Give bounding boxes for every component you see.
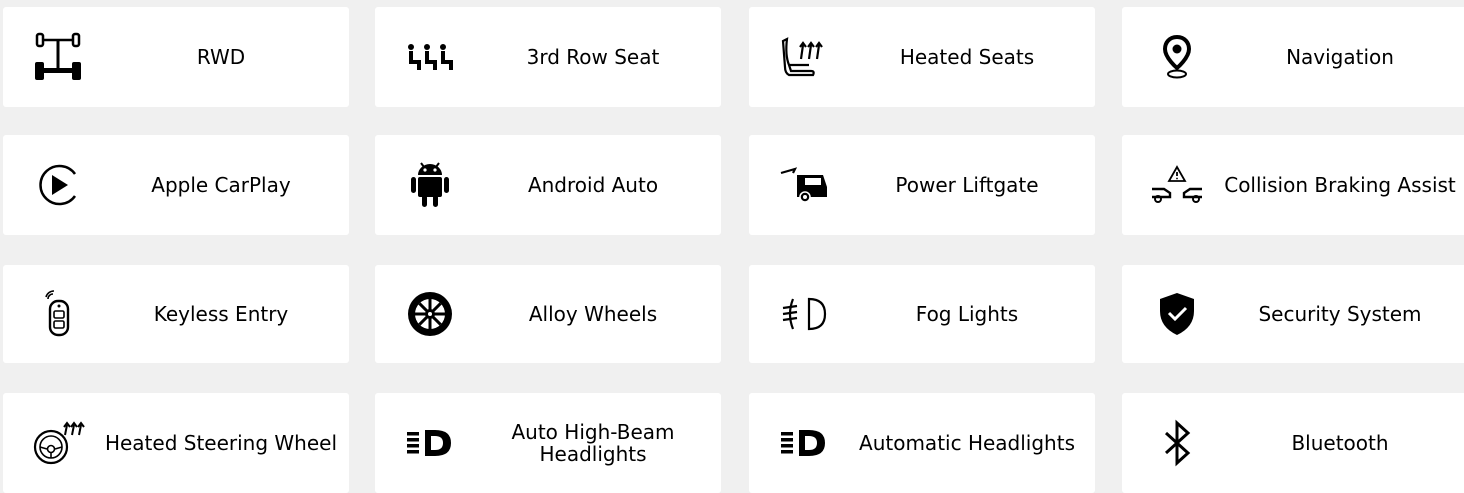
collision-warning-icon	[1144, 157, 1210, 213]
feature-card: Keyless Entry	[3, 265, 349, 363]
feature-label: Bluetooth	[1291, 431, 1389, 455]
feature-label: 3rd Row Seat	[526, 45, 660, 69]
feature-label: Fog Lights	[915, 302, 1019, 326]
feature-label: Navigation	[1286, 45, 1394, 69]
headlight-icon	[771, 415, 837, 471]
feature-card: Heated Steering Wheel	[3, 393, 349, 493]
feature-card: Automatic Headlights	[749, 393, 1095, 493]
android-icon	[397, 157, 463, 213]
feature-label: RWD	[196, 45, 246, 69]
feature-label: Heated Seats	[899, 45, 1035, 69]
feature-label: Automatic Headlights	[859, 431, 1075, 455]
feature-label: Security System	[1258, 302, 1422, 326]
third-row-seat-icon	[397, 29, 463, 85]
feature-label: Power Liftgate	[895, 173, 1039, 197]
feature-label: Android Auto	[527, 173, 659, 197]
features-grid: RWD 3rd Row Seat Heated Seats Navigation…	[0, 0, 1464, 493]
feature-card: Heated Seats	[749, 7, 1095, 107]
feature-label: Heated Steering Wheel	[104, 431, 338, 455]
wheel-icon	[397, 286, 463, 342]
feature-label: Apple CarPlay	[151, 173, 291, 197]
drivetrain-icon	[25, 29, 91, 85]
feature-card: Auto High-Beam Headlights	[375, 393, 721, 493]
feature-card: RWD	[3, 7, 349, 107]
feature-card: Security System	[1122, 265, 1464, 363]
feature-label: Keyless Entry	[153, 302, 289, 326]
feature-label: Alloy Wheels	[528, 302, 658, 326]
feature-card: Alloy Wheels	[375, 265, 721, 363]
liftgate-icon	[771, 157, 837, 213]
fog-light-icon	[771, 286, 837, 342]
headlight-icon	[397, 415, 463, 471]
feature-label: Auto High-Beam Headlights	[511, 420, 675, 466]
feature-card: Navigation	[1122, 7, 1464, 107]
location-pin-icon	[1144, 29, 1210, 85]
feature-card: Collision Braking Assist	[1122, 135, 1464, 235]
heated-seat-icon	[771, 29, 837, 85]
feature-card: 3rd Row Seat	[375, 7, 721, 107]
feature-card: Fog Lights	[749, 265, 1095, 363]
feature-card: Apple CarPlay	[3, 135, 349, 235]
carplay-icon	[25, 157, 91, 213]
key-fob-icon	[25, 286, 91, 342]
shield-check-icon	[1144, 286, 1210, 342]
feature-card: Android Auto	[375, 135, 721, 235]
feature-card: Power Liftgate	[749, 135, 1095, 235]
feature-label: Collision Braking Assist	[1224, 173, 1456, 197]
feature-card: Bluetooth	[1122, 393, 1464, 493]
bluetooth-icon	[1144, 415, 1210, 471]
heated-steering-wheel-icon	[25, 415, 91, 471]
